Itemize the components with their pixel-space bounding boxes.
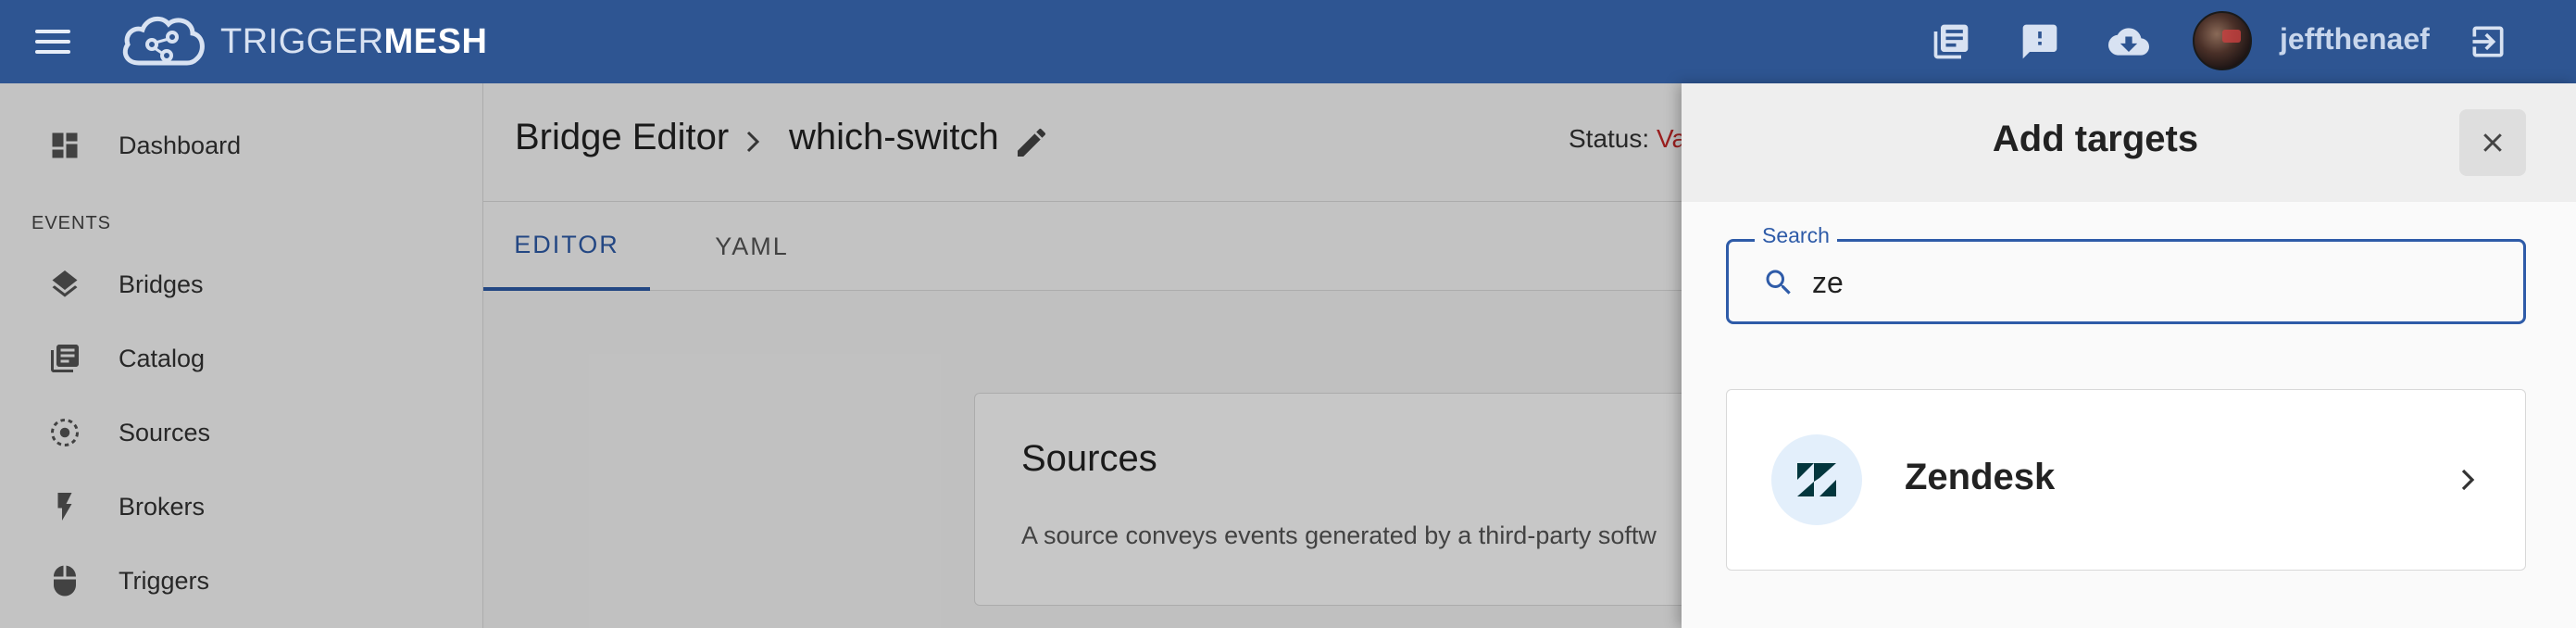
drawer-title: Add targets — [1992, 119, 2199, 159]
feedback-icon[interactable] — [2019, 20, 2061, 63]
close-button[interactable] — [2459, 109, 2526, 176]
menu-icon[interactable] — [35, 22, 74, 61]
close-icon — [2483, 133, 2502, 152]
search-label: Search — [1755, 223, 1837, 248]
cloud-download-icon[interactable] — [2107, 20, 2150, 63]
search-input[interactable] — [1812, 257, 2497, 308]
add-targets-drawer: Add targets Search Zendesk — [1682, 83, 2576, 628]
modal-backdrop[interactable] — [0, 83, 1682, 628]
target-name: Zendesk — [1905, 457, 2056, 497]
target-result-zendesk[interactable]: Zendesk — [1726, 389, 2526, 571]
docs-icon[interactable] — [1930, 20, 1972, 63]
logout-icon[interactable] — [2467, 20, 2509, 63]
search-icon — [1762, 266, 1795, 304]
search-field[interactable]: Search — [1726, 223, 2526, 324]
drawer-header: Add targets — [1682, 83, 2576, 202]
zendesk-icon — [1771, 434, 1862, 525]
chevron-right-icon — [2458, 466, 2479, 498]
logo-text: TRIGGERMESH — [220, 21, 488, 61]
top-app-bar: TRIGGERMESH jeffthenaef — [0, 0, 2576, 83]
username[interactable]: jeffthenaef — [2280, 22, 2430, 57]
cloud-logo-icon — [122, 16, 205, 66]
avatar[interactable] — [2193, 11, 2252, 70]
triggermesh-logo[interactable]: TRIGGERMESH — [119, 7, 487, 76]
